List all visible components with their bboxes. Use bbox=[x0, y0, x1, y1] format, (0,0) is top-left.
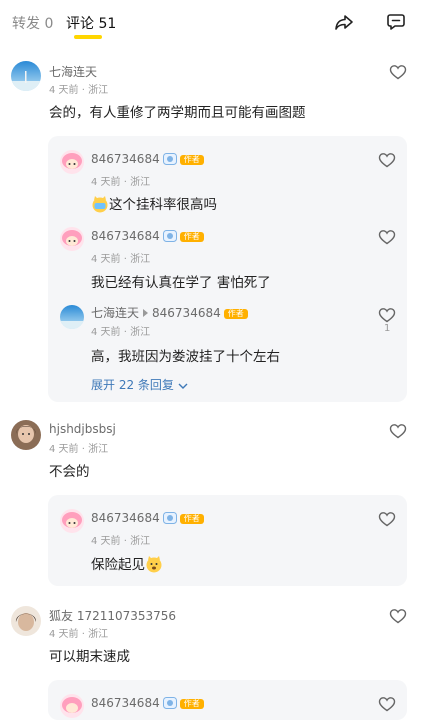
heart-icon[interactable] bbox=[378, 696, 396, 712]
avatar[interactable] bbox=[60, 305, 84, 329]
avatar[interactable] bbox=[11, 606, 41, 636]
heart-icon[interactable] bbox=[389, 423, 407, 439]
avatar[interactable] bbox=[60, 509, 84, 533]
avatar[interactable] bbox=[60, 150, 84, 174]
heart-icon[interactable] bbox=[378, 152, 396, 168]
sky-avatar-image bbox=[60, 305, 84, 329]
reply-username[interactable]: 846734684 bbox=[91, 229, 160, 243]
avatar[interactable] bbox=[60, 227, 84, 251]
reply-text: 高，我班因为娄波挂了十个左右 bbox=[91, 349, 280, 365]
repost-count: 0 bbox=[44, 16, 54, 32]
reply-text-row: 保险起见 bbox=[91, 553, 163, 573]
avatar[interactable] bbox=[11, 61, 41, 91]
sky-avatar-image bbox=[11, 61, 41, 91]
reply-username-row: 846734684 作者 bbox=[91, 229, 204, 243]
active-tab-indicator bbox=[74, 35, 102, 39]
pink-avatar-image bbox=[60, 509, 84, 533]
reply-meta: 4 天前 · 浙江 bbox=[91, 177, 151, 188]
tab-comments[interactable]: 评论 51 bbox=[66, 13, 116, 33]
comment-username[interactable]: 七海连天 bbox=[49, 63, 97, 80]
pink-avatar-image bbox=[60, 694, 84, 718]
heart-icon[interactable] bbox=[389, 608, 407, 624]
comment-compose-icon[interactable] bbox=[386, 12, 406, 32]
author-badge: 作者 bbox=[179, 699, 204, 709]
reply-text: 这个挂科率很高吗 bbox=[109, 197, 217, 213]
reply-username[interactable]: 846734684 bbox=[91, 696, 160, 710]
chevron-down-icon bbox=[178, 383, 188, 389]
author-badge: 作者 bbox=[179, 232, 204, 242]
comment-meta: 4 天前 · 浙江 bbox=[49, 444, 109, 455]
comment-username[interactable]: hjshdjbsbsj bbox=[49, 422, 116, 436]
reply-arrow-icon bbox=[143, 309, 149, 317]
avatar[interactable] bbox=[60, 694, 84, 718]
comments-label: 评论 bbox=[66, 16, 94, 32]
reply-text: 我已经有认真在学了 害怕死了 bbox=[91, 275, 271, 291]
share-icon[interactable] bbox=[334, 12, 354, 32]
expand-replies-label: 展开 22 条回复 bbox=[91, 378, 174, 392]
reply-meta: 4 天前 · 浙江 bbox=[91, 254, 151, 265]
reply-username-row: 846734684 作者 bbox=[91, 152, 204, 166]
reply-username[interactable]: 846734684 bbox=[91, 511, 160, 525]
portrait-avatar-image bbox=[11, 420, 41, 450]
reply-text: 保险起见 bbox=[91, 557, 145, 573]
comment-meta: 4 天前 · 浙江 bbox=[49, 85, 109, 96]
scared-cat-emoji-icon bbox=[146, 556, 162, 573]
vip-badge-icon bbox=[162, 230, 177, 242]
reply-username-row: 846734684 作者 bbox=[91, 511, 204, 525]
portrait-avatar-image bbox=[11, 606, 41, 636]
reply-meta: 4 天前 · 浙江 bbox=[91, 536, 151, 547]
heart-icon[interactable] bbox=[389, 64, 407, 80]
comment-meta: 4 天前 · 浙江 bbox=[49, 629, 109, 640]
comment-text: 会的，有人重修了两学期而且可能有画图题 bbox=[49, 105, 306, 121]
like-count: 1 bbox=[384, 323, 391, 334]
vip-badge-icon bbox=[162, 697, 177, 709]
heart-icon[interactable] bbox=[378, 307, 396, 323]
avatar[interactable] bbox=[11, 420, 41, 450]
author-badge: 作者 bbox=[179, 155, 204, 165]
reply-username-row: 846734684 作者 bbox=[91, 696, 204, 710]
author-badge: 作者 bbox=[179, 514, 204, 524]
heart-icon[interactable] bbox=[378, 229, 396, 245]
comment-text: 不会的 bbox=[49, 464, 90, 480]
reply-to-username[interactable]: 846734684 bbox=[152, 306, 221, 320]
pink-avatar-image bbox=[60, 150, 84, 174]
comment-text: 可以期末速成 bbox=[49, 649, 130, 665]
reply-text-row: 这个挂科率很高吗 bbox=[91, 193, 217, 213]
comments-count: 51 bbox=[98, 16, 117, 32]
reply-username[interactable]: 七海连天 bbox=[91, 306, 139, 320]
reply-username[interactable]: 846734684 bbox=[91, 152, 160, 166]
reply-username-row: 七海连天 846734684 作者 bbox=[91, 304, 248, 321]
crying-cat-emoji-icon bbox=[92, 196, 108, 213]
vip-badge-icon bbox=[162, 512, 177, 524]
heart-icon[interactable] bbox=[378, 511, 396, 527]
repost-label: 转发 bbox=[12, 16, 40, 32]
pink-avatar-image bbox=[60, 227, 84, 251]
expand-replies-link[interactable]: 展开 22 条回复 bbox=[91, 376, 188, 393]
vip-badge-icon bbox=[162, 153, 177, 165]
tab-repost[interactable]: 转发 0 bbox=[12, 13, 53, 33]
author-badge: 作者 bbox=[223, 309, 248, 319]
comment-username[interactable]: 狐友 1721107353756 bbox=[49, 607, 176, 624]
reply-meta: 4 天前 · 浙江 bbox=[91, 327, 151, 338]
